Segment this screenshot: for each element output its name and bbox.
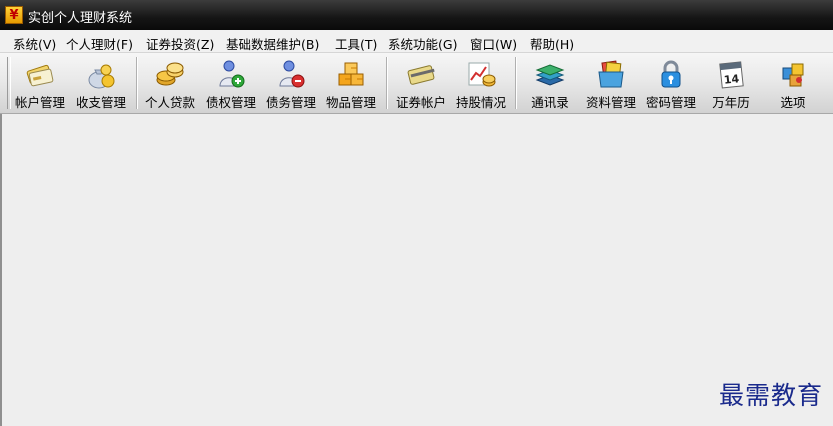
menu-securities[interactable]: 证券投资(Z) [146, 34, 214, 53]
user-plus-icon [219, 60, 245, 88]
calendar-button[interactable]: 14 万年历 [700, 55, 762, 111]
file-box-icon [598, 60, 624, 88]
toolbar-label: 收支管理 [75, 95, 126, 110]
items-management-button[interactable]: 物品管理 [320, 55, 382, 111]
stock-chart-icon [468, 62, 496, 87]
holdings-button[interactable]: 持股情况 [450, 55, 512, 111]
window-title: 实创个人理财系统 [28, 11, 133, 26]
password-management-button[interactable]: 密码管理 [640, 55, 702, 111]
mdi-workspace[interactable]: 最需教育 [0, 114, 833, 426]
securities-card-icon [407, 65, 435, 85]
securities-account-button[interactable]: 证券帐户 [390, 55, 452, 111]
options-button[interactable]: 选项 [762, 55, 824, 111]
toolbar-label: 帐户管理 [14, 95, 65, 110]
options-icon [782, 63, 804, 87]
money-bag-icon [88, 64, 115, 89]
debt-management-button[interactable]: 债务管理 [260, 55, 322, 111]
menu-help[interactable]: 帮助(H) [530, 34, 574, 53]
coins-icon [156, 62, 184, 86]
menu-system-functions[interactable]: 系统功能(G) [388, 34, 457, 53]
income-expense-button[interactable]: 收支管理 [70, 55, 132, 111]
address-book-icon [535, 64, 565, 86]
user-minus-icon [279, 60, 305, 88]
menu-base-data[interactable]: 基础数据维护(B) [226, 34, 319, 53]
title-bar: ¥ 实创个人理财系统 [0, 0, 833, 30]
toolbar-label: 万年历 [712, 95, 750, 110]
creditor-management-button[interactable]: 债权管理 [200, 55, 262, 111]
toolbar-label: 物品管理 [325, 95, 376, 110]
lock-icon [661, 60, 681, 88]
watermark-text: 最需教育 [718, 381, 823, 410]
account-card-icon [26, 64, 54, 87]
toolbar-label: 个人贷款 [144, 95, 195, 110]
toolbar-label: 持股情况 [455, 95, 506, 110]
menu-window[interactable]: 窗口(W) [470, 34, 517, 53]
account-management-button[interactable]: 帐户管理 [9, 55, 71, 111]
menu-system[interactable]: 系统(V) [13, 34, 56, 53]
menu-bar: 系统(V) 个人理财(F) 证券投资(Z) 基础数据维护(B) 工具(T) 系统… [0, 30, 833, 53]
personal-loan-button[interactable]: 个人贷款 [139, 55, 201, 111]
yuan-icon: ¥ [5, 6, 23, 24]
toolbar-label: 选项 [780, 95, 806, 110]
toolbar: 帐户管理 收支管理 个人贷款 债权管理 债务管理 物品管理 证券帐户 持股情况 … [0, 53, 833, 114]
documents-management-button[interactable]: 资料管理 [580, 55, 642, 111]
boxes-icon [338, 62, 364, 86]
address-book-button[interactable]: 通讯录 [519, 55, 581, 111]
toolbar-label: 通讯录 [531, 95, 569, 110]
menu-tools[interactable]: 工具(T) [335, 34, 377, 53]
calendar-icon: 14 [719, 61, 744, 89]
menu-personal-finance[interactable]: 个人理财(F) [66, 34, 133, 53]
calendar-date-text: 14 [723, 72, 740, 87]
